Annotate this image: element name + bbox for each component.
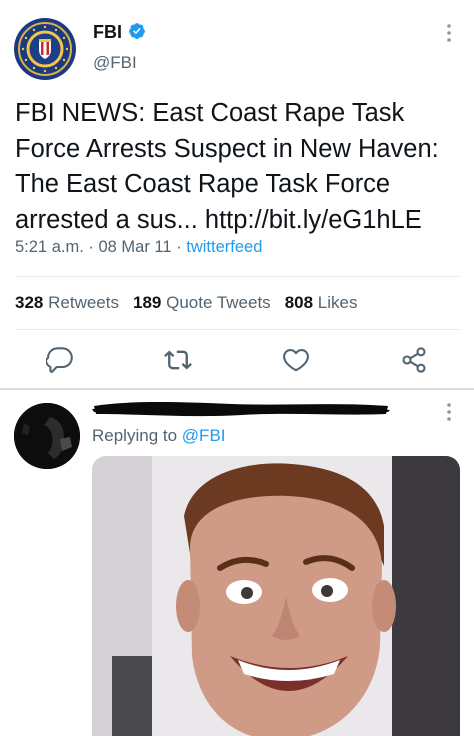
retweets-label: Retweets — [48, 293, 119, 312]
quote-tweets-stat[interactable]: 189 Quote Tweets — [133, 293, 271, 312]
quote-tweets-label: Quote Tweets — [166, 293, 271, 312]
tweet-stats: 328 Retweets 189 Quote Tweets 808 Likes — [15, 293, 357, 313]
tweet-time[interactable]: 5:21 a.m. — [15, 238, 84, 256]
fbi-seal-icon — [15, 19, 75, 79]
replying-to-label: Replying to — [92, 426, 178, 445]
divider — [15, 329, 459, 330]
share-icon[interactable] — [400, 346, 428, 374]
quote-tweets-count: 189 — [132, 293, 162, 312]
user-avatar-icon — [14, 403, 80, 469]
like-icon[interactable] — [282, 346, 310, 374]
reply-avatar[interactable] — [14, 403, 80, 469]
reply-media-image[interactable] — [92, 456, 460, 736]
tweet-actions — [0, 342, 474, 376]
reply-tweet: Replying to @FBI — [0, 390, 474, 736]
tweet-source[interactable]: twitterfeed — [186, 238, 262, 256]
tweet-text: FBI NEWS: East Coast Rape Task Force Arr… — [15, 99, 439, 234]
more-options-icon[interactable] — [440, 401, 458, 423]
replying-to: Replying to @FBI — [92, 426, 226, 446]
author-handle[interactable]: @FBI — [93, 53, 137, 73]
reply-icon[interactable] — [46, 346, 74, 374]
meta-separator: · — [88, 238, 94, 256]
meta-separator: · — [176, 238, 182, 256]
fbi-avatar[interactable] — [14, 18, 76, 80]
tweet-meta: 5:21 a.m. · 08 Mar 11 · twitterfeed — [15, 238, 262, 257]
retweet-icon[interactable] — [164, 346, 192, 374]
more-options-icon[interactable] — [440, 22, 458, 44]
replying-to-mention[interactable]: @FBI — [182, 426, 226, 445]
verified-badge-icon — [129, 23, 145, 39]
likes-count: 808 — [284, 293, 314, 312]
author-display-name[interactable]: FBI — [93, 22, 122, 43]
divider — [15, 276, 459, 277]
retweets-stat[interactable]: 328 Retweets — [15, 293, 119, 312]
redacted-name — [92, 402, 390, 417]
main-tweet: FBI @FBI FBI NEWS: East Coast Rape Task … — [0, 0, 474, 388]
reaction-face-image — [92, 456, 460, 736]
retweets-count: 328 — [15, 293, 44, 312]
likes-label: Likes — [317, 293, 358, 312]
tweet-date[interactable]: 08 Mar 11 — [98, 238, 171, 256]
likes-stat[interactable]: 808 Likes — [285, 293, 358, 312]
